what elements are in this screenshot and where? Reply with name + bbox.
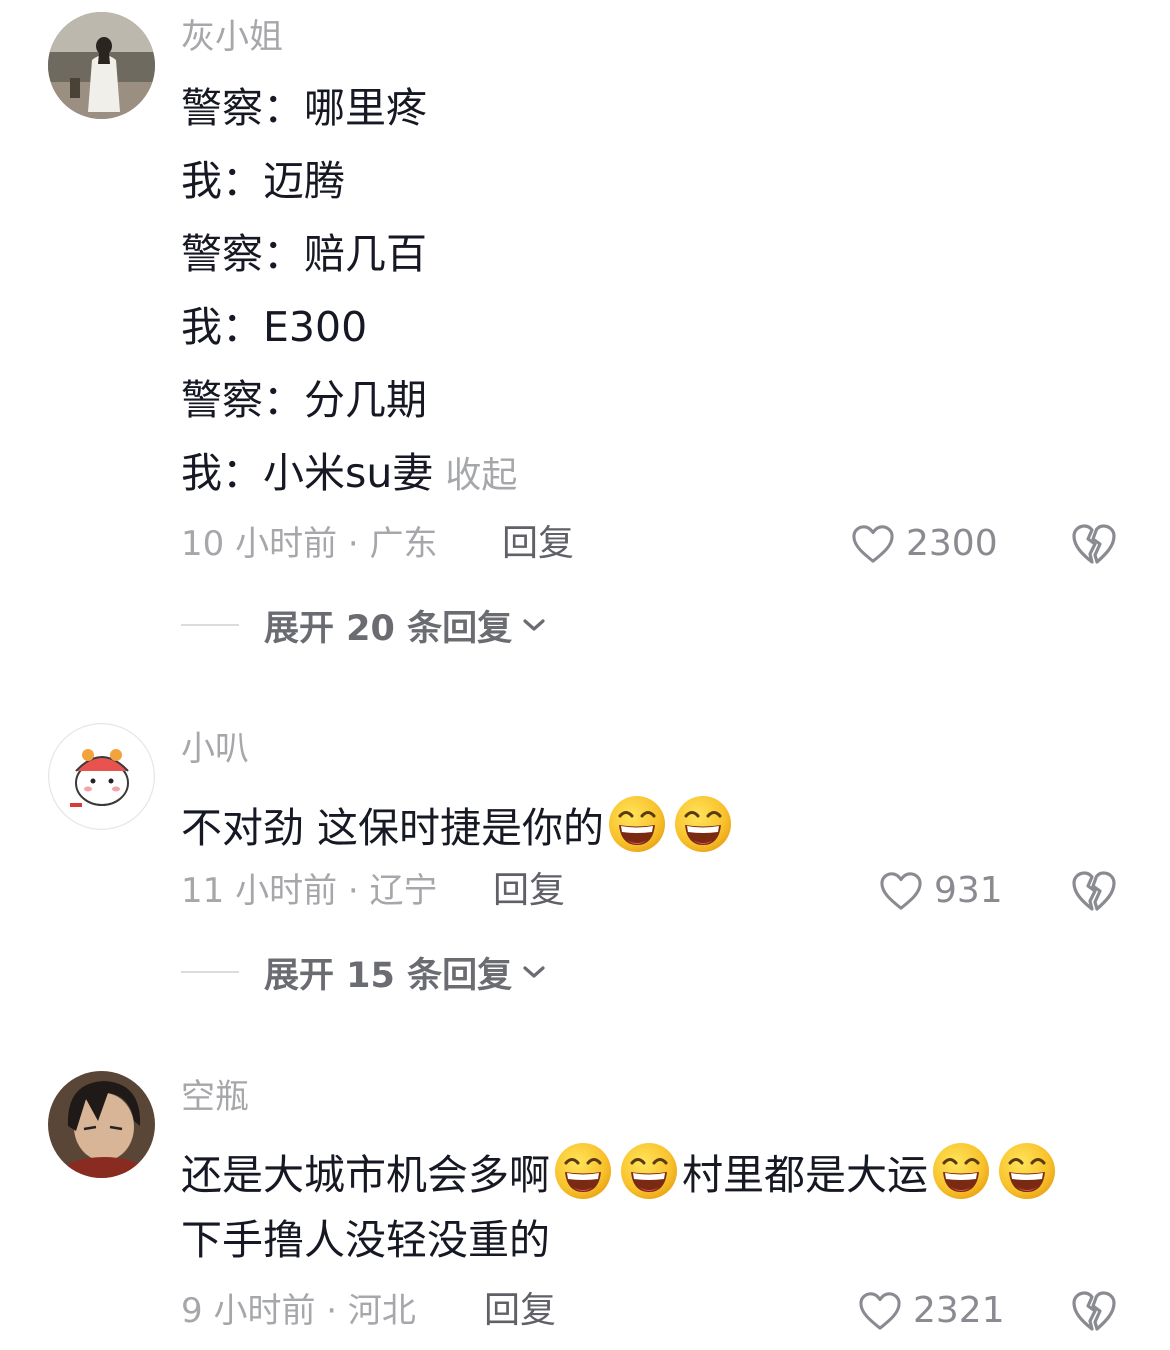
time-location: 9 小时前 · 河北 xyxy=(181,1291,416,1331)
grin-emoji xyxy=(997,1141,1057,1201)
username[interactable]: 空瓶 xyxy=(181,1077,249,1117)
grin-emoji xyxy=(931,1141,991,1201)
comment-text-line: 下手撸人没轻没重的 xyxy=(181,1216,550,1264)
comment-text: 还是大城市机会多啊 xyxy=(181,1151,550,1199)
like-button[interactable]: 2321 xyxy=(857,1289,1005,1333)
heart-outline-icon xyxy=(857,1290,903,1332)
grin-emoji xyxy=(619,1141,679,1201)
broken-heart-icon[interactable] xyxy=(1070,1289,1118,1333)
grin-emoji xyxy=(553,1141,613,1201)
comment-text: 村里都是大运 xyxy=(682,1151,928,1199)
avatar[interactable] xyxy=(48,1071,155,1178)
reply-button[interactable]: 回复 xyxy=(484,1289,556,1333)
comment-item: 空瓶 还是大城市机会多啊 村里都是大运 下手撸人没轻没重的 9 小时前 · 河北 … xyxy=(0,0,1170,1350)
comment-text-line: 还是大城市机会多啊 村里都是大运 xyxy=(181,1141,1060,1201)
like-count: 2321 xyxy=(913,1290,1005,1331)
